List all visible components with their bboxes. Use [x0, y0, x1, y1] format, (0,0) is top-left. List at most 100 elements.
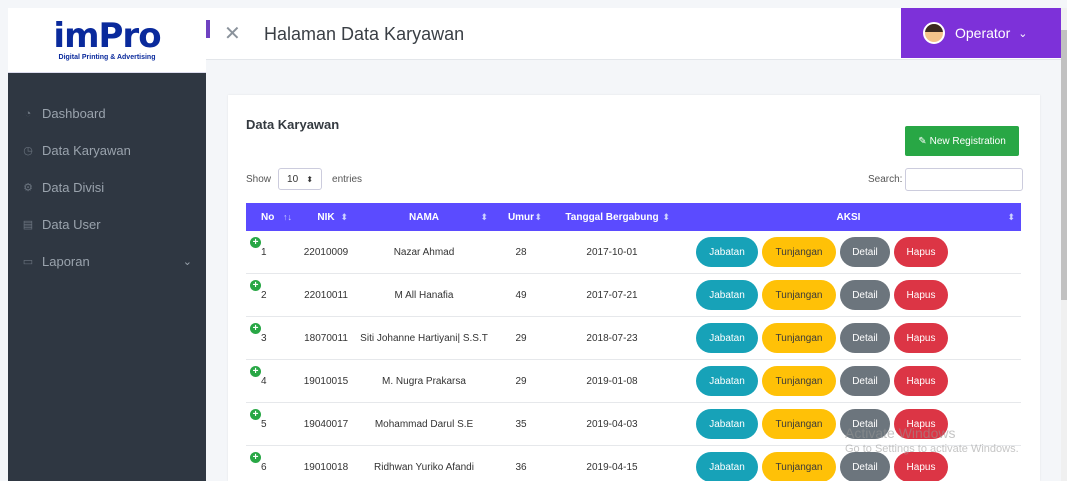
- expand-icon[interactable]: +: [250, 366, 261, 377]
- cell-actions: Jabatan Tunjangan Detail Hapus: [676, 360, 1021, 402]
- tunjangan-button[interactable]: Tunjangan: [762, 280, 836, 310]
- cell-tanggal: 2019-04-15: [586, 461, 638, 473]
- scrollbar-thumb[interactable]: [1061, 30, 1067, 300]
- user-name: Operator: [955, 25, 1011, 41]
- cell-nik: 19010018: [303, 461, 349, 473]
- detail-button[interactable]: Detail: [840, 323, 890, 353]
- expand-icon[interactable]: +: [250, 323, 261, 334]
- jabatan-button[interactable]: Jabatan: [696, 366, 758, 396]
- cell-nik: 19010015: [303, 375, 349, 387]
- cell-actions: Jabatan Tunjangan Detail Hapus: [676, 231, 1021, 273]
- data-card: Data Karyawan ✎ New Registration Show 10…: [228, 95, 1040, 481]
- detail-button[interactable]: Detail: [840, 237, 890, 267]
- tunjangan-button[interactable]: Tunjangan: [762, 323, 836, 353]
- user-menu[interactable]: Operator ⌄: [901, 8, 1061, 58]
- cell-tanggal: 2018-07-23: [586, 332, 638, 344]
- detail-button[interactable]: Detail: [840, 366, 890, 396]
- column-header-umur[interactable]: Umur ⬍: [494, 203, 548, 231]
- entries-control: Show 10 ⬍ entries: [246, 168, 362, 190]
- tunjangan-button[interactable]: Tunjangan: [762, 237, 836, 267]
- cell-actions: Jabatan Tunjangan Detail Hapus: [676, 317, 1021, 359]
- avatar: [923, 22, 945, 44]
- sort-icon: ↑↓: [283, 212, 292, 222]
- sidebar-item-dashboard[interactable]: ◔ Dashboard: [8, 95, 206, 132]
- logo-text: imPro: [53, 16, 161, 56]
- folder-icon: ▭: [22, 256, 34, 268]
- sidebar-item-data-user[interactable]: ▤ Data User: [8, 206, 206, 243]
- cell-umur: 49: [515, 289, 527, 301]
- expand-icon[interactable]: +: [250, 452, 261, 463]
- cell-umur: 35: [515, 418, 527, 430]
- sidebar-item-data-karyawan[interactable]: ◷ Data Karyawan: [8, 132, 206, 169]
- table-row: + 1 22010009 Nazar Ahmad 28 2017-10-01 J…: [246, 231, 1021, 274]
- table-row: + 4 19010015 M. Nugra Prakarsa 29 2019-0…: [246, 360, 1021, 403]
- sidebar-item-label: Laporan: [42, 254, 90, 269]
- gear-icon: ⚙: [23, 182, 33, 194]
- jabatan-button[interactable]: Jabatan: [696, 452, 758, 481]
- sidebar-item-laporan[interactable]: ▭ Laporan ⌄: [8, 243, 206, 280]
- entries-select[interactable]: 10 ⬍: [278, 168, 323, 190]
- expand-icon[interactable]: +: [250, 409, 261, 420]
- cell-umur: 28: [515, 246, 527, 258]
- select-arrow-icon: ⬍: [306, 174, 314, 184]
- tunjangan-button[interactable]: Tunjangan: [762, 366, 836, 396]
- sort-icon: ⬍: [662, 211, 670, 222]
- logo[interactable]: imPro Digital Printing & Advertising: [8, 8, 206, 73]
- card-title: Data Karyawan: [246, 117, 340, 132]
- table-row: + 3 18070011 Siti Johanne Hartiyani| S.S…: [246, 317, 1021, 360]
- clock-icon: ◷: [23, 145, 33, 157]
- column-header-tanggal[interactable]: Tanggal Bergabung ⬍: [548, 203, 676, 231]
- new-registration-label: New Registration: [929, 135, 1006, 147]
- logo-tagline: Digital Printing & Advertising: [58, 54, 156, 61]
- cell-nik: 22010009: [303, 246, 349, 258]
- sort-icon: ⬍: [340, 211, 348, 222]
- jabatan-button[interactable]: Jabatan: [696, 237, 758, 267]
- cell-nama: M. Nugra Prakarsa: [382, 375, 466, 387]
- cell-nama: Siti Johanne Hartiyani| S.S.T: [360, 332, 488, 344]
- cell-nama: M All Hanafia: [394, 289, 454, 301]
- column-header-nama[interactable]: NAMA ⬍: [354, 203, 494, 231]
- hapus-button[interactable]: Hapus: [894, 323, 948, 353]
- column-header-aksi[interactable]: AKSI ⬍: [676, 203, 1021, 231]
- chevron-down-icon: ⌄: [1018, 27, 1028, 40]
- sidebar-item-label: Dashboard: [42, 106, 106, 121]
- entries-value: 10: [287, 173, 299, 185]
- jabatan-button[interactable]: Jabatan: [696, 280, 758, 310]
- search-input[interactable]: [905, 168, 1024, 191]
- hapus-button[interactable]: Hapus: [894, 237, 948, 267]
- expand-icon[interactable]: +: [250, 280, 261, 291]
- expand-icon[interactable]: +: [250, 237, 261, 248]
- show-label: Show: [246, 173, 272, 185]
- cell-actions: Jabatan Tunjangan Detail Hapus: [676, 274, 1021, 316]
- cell-umur: 36: [515, 461, 527, 473]
- entries-label: entries: [332, 173, 363, 185]
- search-label: Search:: [868, 174, 903, 185]
- sidebar-item-label: Data User: [42, 217, 101, 232]
- cell-nama: Nazar Ahmad: [393, 246, 455, 258]
- top-navbar: ✕ Halaman Data Karyawan Operator ⌄: [206, 8, 1061, 60]
- scrollbar[interactable]: [1061, 8, 1067, 481]
- edit-icon: ✎: [918, 135, 927, 147]
- cell-umur: 29: [515, 375, 527, 387]
- cell-umur: 29: [515, 332, 527, 344]
- accent-bar: [206, 20, 210, 38]
- calendar-icon: ▤: [22, 219, 34, 231]
- tunjangan-button[interactable]: Tunjangan: [762, 452, 836, 481]
- cell-tanggal: 2019-04-03: [586, 418, 638, 430]
- search-control: Search:: [868, 168, 1024, 191]
- hapus-button[interactable]: Hapus: [894, 366, 948, 396]
- sort-icon: ⬍: [480, 211, 488, 222]
- sidebar-item-label: Data Divisi: [42, 180, 105, 195]
- chevron-down-icon: ⌄: [182, 256, 192, 268]
- new-registration-button[interactable]: ✎ New Registration: [905, 126, 1019, 156]
- column-header-nik[interactable]: NIK ⬍: [298, 203, 354, 231]
- jabatan-button[interactable]: Jabatan: [696, 323, 758, 353]
- sidebar-item-data-divisi[interactable]: ⚙ Data Divisi: [8, 169, 206, 206]
- sidebar: imPro Digital Printing & Advertising ◔ D…: [8, 8, 206, 481]
- tunjangan-button[interactable]: Tunjangan: [762, 409, 836, 439]
- detail-button[interactable]: Detail: [840, 280, 890, 310]
- column-header-no[interactable]: No ↑↓: [246, 203, 298, 231]
- hapus-button[interactable]: Hapus: [894, 280, 948, 310]
- close-icon[interactable]: ✕: [224, 24, 241, 44]
- jabatan-button[interactable]: Jabatan: [696, 409, 758, 439]
